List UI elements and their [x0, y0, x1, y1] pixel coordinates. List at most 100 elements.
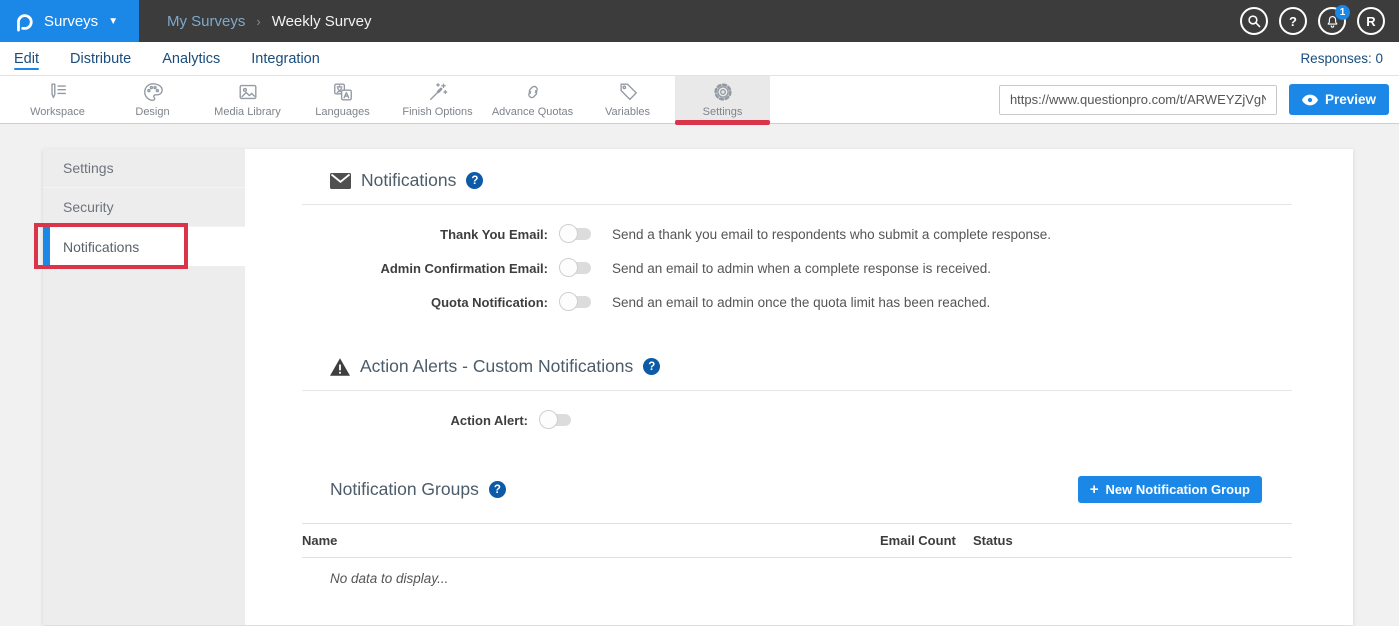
- toolbar-item-languages[interactable]: Languages: [295, 76, 390, 123]
- row-label: Action Alert:: [302, 413, 528, 428]
- toolbar-right: Preview: [999, 76, 1399, 123]
- settings-highlight-annotation: [675, 120, 770, 125]
- tab-edit[interactable]: Edit: [14, 42, 39, 75]
- topbar-actions: ? 1 R: [1240, 0, 1399, 42]
- chevron-down-icon: ▼: [108, 16, 118, 27]
- notifications-section-title: Notifications ?: [330, 170, 1292, 191]
- admin-confirmation-email-row: Admin Confirmation Email: Send an email …: [302, 258, 1292, 278]
- breadcrumb: My Surveys › Weekly Survey: [167, 0, 371, 42]
- eye-icon: [1302, 94, 1318, 106]
- preview-button[interactable]: Preview: [1289, 84, 1389, 115]
- toggle-knob: [559, 224, 578, 243]
- notifications-help-icon[interactable]: ?: [466, 172, 483, 189]
- help-icon[interactable]: ?: [1279, 7, 1307, 35]
- table-header-row: Name Email Count Status: [302, 524, 1292, 558]
- toolbar-item-advance-quotas[interactable]: Advance Quotas: [485, 76, 580, 123]
- empty-state-row: No data to display...: [302, 558, 1292, 587]
- toolbar-item-finish-options[interactable]: Finish Options: [390, 76, 485, 123]
- breadcrumb-separator-icon: ›: [256, 14, 260, 29]
- toolbar-item-label: Workspace: [30, 106, 85, 118]
- admin-confirmation-email-toggle[interactable]: [561, 262, 591, 274]
- preview-label: Preview: [1325, 92, 1376, 107]
- content-area: Settings Security Notifications Notifica…: [0, 124, 1399, 625]
- envelope-icon: [330, 173, 351, 189]
- product-menu-label: Surveys: [44, 13, 98, 30]
- toolbar-item-label: Finish Options: [402, 106, 472, 118]
- sidebar-item-settings[interactable]: Settings: [43, 149, 245, 188]
- thank-you-email-row: Thank You Email: Send a thank you email …: [302, 224, 1292, 244]
- toggle-knob: [559, 292, 578, 311]
- row-label: Thank You Email:: [302, 227, 548, 242]
- quota-notification-row: Quota Notification: Send an email to adm…: [302, 292, 1292, 312]
- sidebar-item-security[interactable]: Security: [43, 188, 245, 227]
- toolbar-item-label: Languages: [315, 106, 369, 118]
- survey-nav-tabs: Edit Distribute Analytics Integration Re…: [0, 42, 1399, 76]
- finish-options-icon: [427, 81, 449, 103]
- row-description: Send a thank you email to respondents wh…: [612, 227, 1051, 242]
- action-alerts-help-icon[interactable]: ?: [643, 358, 660, 375]
- thank-you-email-toggle[interactable]: [561, 228, 591, 240]
- survey-url-input[interactable]: [999, 85, 1277, 115]
- search-icon[interactable]: [1240, 7, 1268, 35]
- toolbar-item-label: Settings: [703, 106, 743, 118]
- action-alert-row: Action Alert:: [302, 410, 1292, 430]
- row-label: Quota Notification:: [302, 295, 548, 310]
- tab-analytics[interactable]: Analytics: [162, 42, 220, 75]
- languages-icon: [332, 81, 354, 103]
- workspace-icon: [47, 81, 69, 103]
- toolbar-item-label: Variables: [605, 106, 650, 118]
- groups-section-title: Notification Groups ?: [330, 479, 506, 500]
- warning-triangle-icon: [330, 358, 350, 376]
- notification-groups-table: Name Email Count Status No data to displ…: [302, 523, 1292, 586]
- toolbar-item-label: Advance Quotas: [492, 106, 573, 118]
- row-label: Admin Confirmation Email:: [302, 261, 548, 276]
- breadcrumb-my-surveys[interactable]: My Surveys: [167, 13, 245, 30]
- surveys-product-menu[interactable]: Surveys ▼: [0, 0, 139, 42]
- toolbar-item-media-library[interactable]: Media Library: [200, 76, 295, 123]
- column-header-name: Name: [302, 524, 880, 558]
- empty-state-message: No data to display...: [302, 558, 1292, 587]
- avatar[interactable]: R: [1357, 7, 1385, 35]
- media-library-icon: [237, 81, 259, 103]
- row-description: Send an email to admin when a complete r…: [612, 261, 991, 276]
- responses-count: Responses: 0: [1300, 42, 1399, 75]
- quota-notification-toggle[interactable]: [561, 296, 591, 308]
- plus-icon: +: [1090, 481, 1099, 498]
- toolbar-item-label: Media Library: [214, 106, 281, 118]
- column-header-email-count: Email Count: [880, 524, 973, 558]
- section-divider: [302, 204, 1292, 205]
- action-alerts-section-title: Action Alerts - Custom Notifications ?: [330, 356, 1292, 377]
- topbar: Surveys ▼ My Surveys › Weekly Survey ? 1…: [0, 0, 1399, 42]
- action-alert-toggle[interactable]: [541, 414, 571, 426]
- tab-distribute[interactable]: Distribute: [70, 42, 131, 75]
- action-alert-rows: Action Alert:: [302, 410, 1292, 430]
- column-header-status: Status: [973, 524, 1292, 558]
- section-title-text: Notification Groups: [330, 479, 479, 500]
- toolbar-item-design[interactable]: Design: [105, 76, 200, 123]
- settings-sidebar: Settings Security Notifications: [43, 149, 245, 625]
- notifications-bell-icon[interactable]: 1: [1318, 7, 1346, 35]
- section-divider: [302, 390, 1292, 391]
- section-title-text: Action Alerts - Custom Notifications: [360, 356, 633, 377]
- groups-help-icon[interactable]: ?: [489, 481, 506, 498]
- settings-panel: Settings Security Notifications Notifica…: [43, 149, 1353, 625]
- sidebar-item-notifications[interactable]: Notifications: [43, 227, 245, 266]
- tab-integration[interactable]: Integration: [251, 42, 320, 75]
- row-description: Send an email to admin once the quota li…: [612, 295, 990, 310]
- variables-icon: [617, 81, 639, 103]
- edit-toolbar: Workspace Design Media Library Languages…: [0, 76, 1399, 124]
- toolbar-item-workspace[interactable]: Workspace: [10, 76, 105, 123]
- new-notification-group-button[interactable]: + New Notification Group: [1078, 476, 1262, 503]
- notification-groups-header: Notification Groups ? + New Notification…: [302, 476, 1292, 503]
- toggle-knob: [559, 258, 578, 277]
- notification-toggle-rows: Thank You Email: Send a thank you email …: [302, 224, 1292, 312]
- toggle-knob: [539, 410, 558, 429]
- questionpro-logo-icon: [13, 10, 35, 32]
- toolbar-item-label: Design: [135, 106, 169, 118]
- toolbar-item-settings[interactable]: Settings: [675, 76, 770, 123]
- toolbar-item-variables[interactable]: Variables: [580, 76, 675, 123]
- breadcrumb-current-survey: Weekly Survey: [272, 13, 372, 30]
- notifications-main: Notifications ? Thank You Email: Send a …: [245, 170, 1353, 586]
- settings-gear-icon: [712, 81, 734, 103]
- notification-count-badge: 1: [1335, 5, 1350, 20]
